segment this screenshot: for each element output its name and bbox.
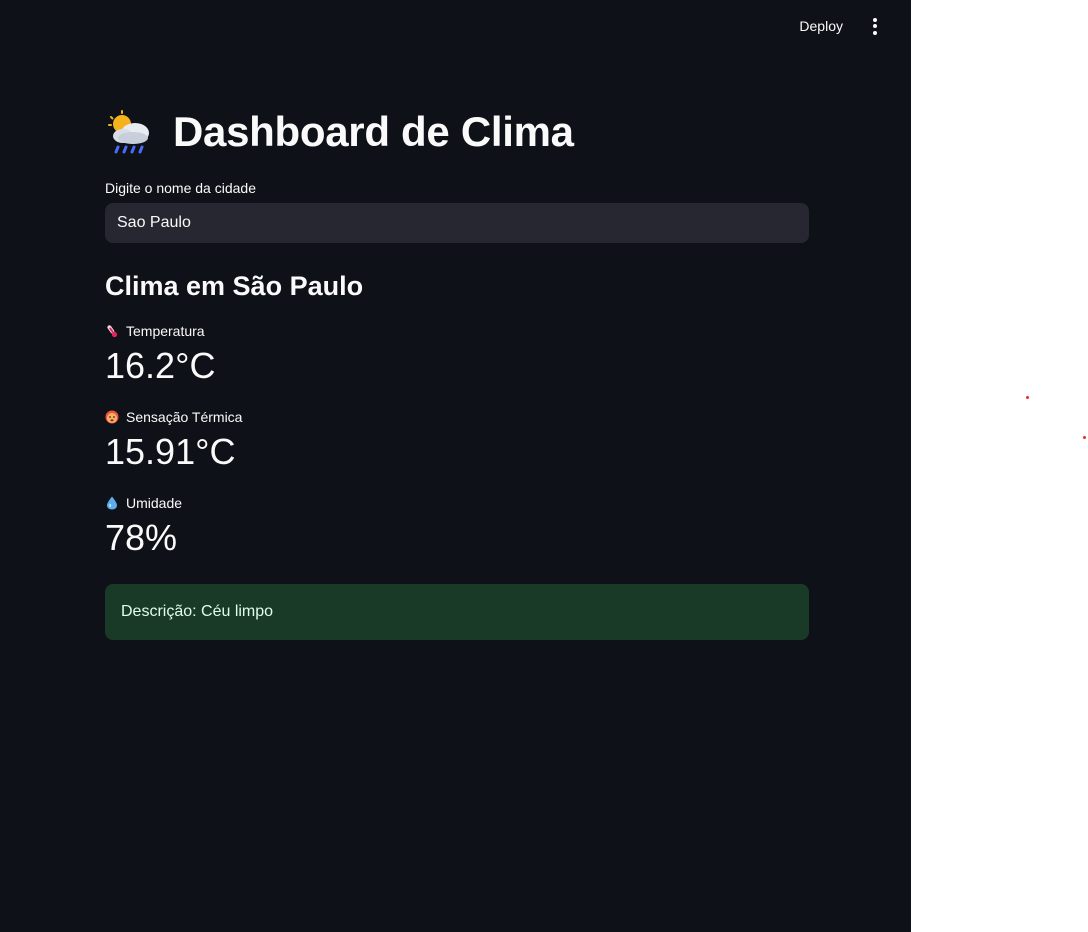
hot-face-icon [105,410,119,424]
metric-label: Sensação Térmica [126,409,243,425]
page-title: Dashboard de Clima [173,108,574,155]
description-alert: Descrição: Céu limpo [105,584,809,640]
weather-heading: Clima em São Paulo [105,271,364,301]
main-content: Dashboard de Clima Digite o nome da cida… [105,100,809,640]
metric-humidity: Umidade 78% [105,494,809,560]
description-text: Descrição: Céu limpo [121,603,274,620]
marker-dot [1083,436,1086,439]
droplet-icon [107,496,117,510]
metric-value: 15.91°C [105,431,236,472]
cloud-sun-rain-icon [108,110,149,154]
toolbar: Deploy [787,0,911,52]
metric-value: 16.2°C [105,345,216,386]
metric-label: Umidade [126,495,183,511]
thermometer-icon [107,325,118,338]
vertical-dots-icon[interactable] [865,16,885,36]
city-input-label: Digite o nome da cidade [105,180,256,196]
city-input[interactable] [105,203,809,243]
title-row: Dashboard de Clima [105,100,809,164]
marker-dot [1026,396,1029,399]
deploy-button[interactable]: Deploy [787,12,855,40]
metric-temperature: Temperatura 16.2°C [105,322,809,388]
metric-label: Temperatura [126,323,205,339]
metric-value: 78% [105,517,178,558]
app-container: Deploy Dashboard de Clima Digite o nome … [0,0,911,932]
metric-feels-like: Sensação Térmica 15.91°C [105,408,809,474]
